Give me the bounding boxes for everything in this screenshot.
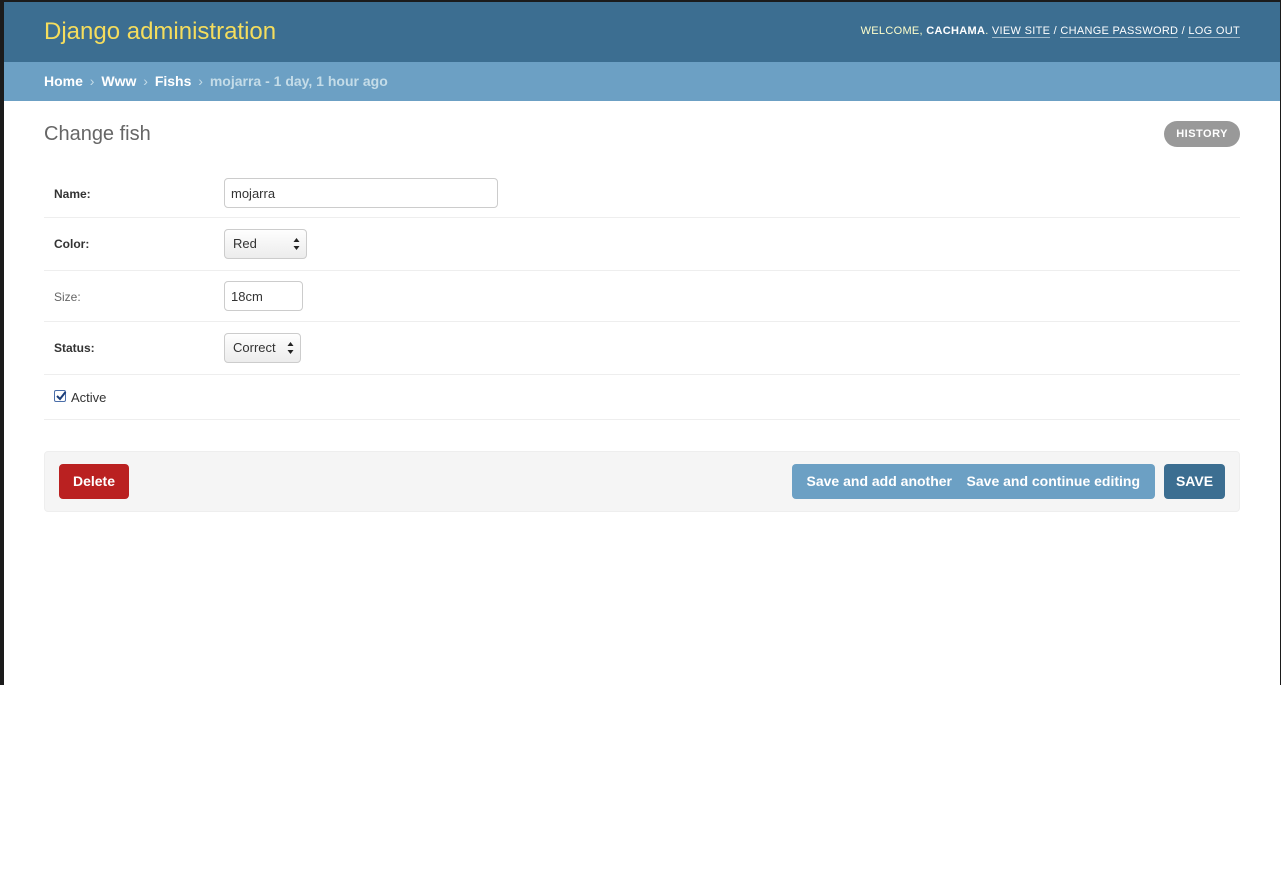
save-and-continue-button[interactable]: Save and continue editing bbox=[951, 464, 1155, 499]
select-arrows-icon bbox=[293, 238, 300, 250]
save-and-add-another-button[interactable]: Save and add another bbox=[791, 464, 967, 499]
admin-header: Django administration Welcome, cachama. … bbox=[4, 2, 1280, 62]
breadcrumb-separator: › bbox=[143, 73, 148, 89]
form-row-status: Status: Correct bbox=[44, 322, 1240, 375]
delete-button[interactable]: Delete bbox=[59, 464, 129, 499]
select-arrows-icon bbox=[287, 342, 294, 354]
size-label: Size: bbox=[54, 290, 81, 304]
color-label: Color: bbox=[54, 237, 90, 251]
breadcrumb-current: mojarra - 1 day, 1 hour ago bbox=[209, 73, 388, 89]
status-label: Status: bbox=[54, 341, 95, 355]
status-select[interactable]: Correct bbox=[224, 333, 301, 363]
change-form: Name: Color: Red Size: Status: bbox=[44, 168, 1240, 420]
color-select[interactable]: Red bbox=[224, 229, 307, 259]
breadcrumb: Home › Www › Fishs › mojarra - 1 day, 1 … bbox=[4, 62, 1280, 101]
save-button[interactable]: SAVE bbox=[1164, 464, 1225, 499]
breadcrumb-home[interactable]: Home bbox=[44, 73, 83, 89]
user-tools: Welcome, cachama. View site / Change pas… bbox=[860, 25, 1240, 38]
submit-row: Delete Save and add another Save and con… bbox=[44, 451, 1240, 512]
status-select-value: Correct bbox=[233, 340, 276, 355]
tool-separator: / bbox=[1053, 25, 1057, 37]
breadcrumb-fishs[interactable]: Fishs bbox=[155, 73, 192, 89]
view-site-link[interactable]: View site bbox=[991, 25, 1051, 38]
form-row-color: Color: Red bbox=[44, 218, 1240, 271]
color-select-value: Red bbox=[233, 236, 257, 251]
active-label[interactable]: Active bbox=[71, 390, 106, 405]
name-label: Name: bbox=[54, 187, 91, 201]
breadcrumb-www[interactable]: Www bbox=[101, 73, 136, 89]
change-password-link[interactable]: Change password bbox=[1060, 25, 1179, 38]
log-out-link[interactable]: Log out bbox=[1188, 25, 1240, 38]
name-input[interactable] bbox=[224, 178, 498, 208]
page-title: Change fish bbox=[44, 123, 151, 145]
checkmark-icon bbox=[56, 391, 67, 401]
site-brand[interactable]: Django administration bbox=[44, 18, 276, 46]
welcome-text: Welcome, bbox=[860, 25, 923, 37]
form-row-active: Active bbox=[44, 375, 1240, 420]
breadcrumb-separator: › bbox=[89, 73, 95, 89]
form-row-name: Name: bbox=[44, 168, 1240, 218]
form-row-size: Size: bbox=[44, 271, 1240, 322]
size-input[interactable] bbox=[224, 281, 303, 311]
history-button[interactable]: History bbox=[1164, 121, 1240, 147]
breadcrumb-separator: › bbox=[198, 73, 203, 89]
active-checkbox[interactable] bbox=[54, 390, 67, 402]
browser-frame: Django administration Welcome, cachama. … bbox=[0, 0, 1281, 685]
tool-separator: / bbox=[1181, 25, 1186, 37]
username-suffix: . bbox=[985, 25, 989, 37]
username: cachama bbox=[926, 25, 986, 37]
